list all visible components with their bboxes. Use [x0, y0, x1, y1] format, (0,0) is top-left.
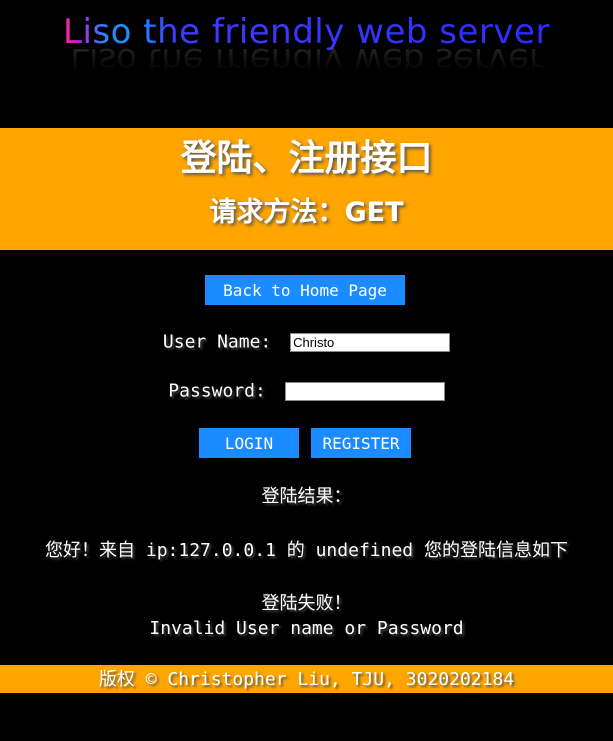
greeting-line: 您好！来自 ip:127.0.0.1 的 undefined 您的登陆信息如下 [0, 539, 613, 563]
result-heading: 登陆结果： [261, 486, 352, 507]
logo-reflection: Liso the friendly web server [70, 48, 543, 72]
login-button[interactable]: LOGIN [199, 428, 299, 458]
copyright-word: 版权 [98, 669, 135, 690]
greeting-of: 的 [286, 540, 305, 561]
password-label: Password: [168, 380, 266, 402]
password-row: Password: [0, 380, 613, 402]
login-status: 登陆失败！ [261, 593, 352, 614]
password-input[interactable] [284, 381, 445, 401]
login-message: Invalid User name or Password [149, 618, 464, 639]
username-row: User Name: [0, 331, 613, 353]
register-button[interactable]: REGISTER [311, 428, 411, 458]
site-logo: Liso the friendly web server Liso the fr… [0, 10, 613, 72]
back-home-button[interactable]: Back to Home Page [205, 275, 405, 305]
copyright-text: © Christopher Liu, TJU, 3020202184 [145, 669, 515, 690]
greeting-prefix: 您好！来自 [45, 540, 136, 561]
username-input[interactable] [290, 332, 451, 352]
client-user: undefined [315, 540, 414, 561]
page-banner: 登陆、注册接口 请求方法：GET [0, 128, 613, 250]
greeting-suffix: 您的登陆信息如下 [423, 540, 568, 561]
page-title: 登陆、注册接口 [180, 138, 433, 179]
username-label: User Name: [162, 331, 272, 353]
footer: 版权 © Christopher Liu, TJU, 3020202184 [0, 665, 613, 693]
client-ip: ip:127.0.0.1 [145, 540, 276, 561]
request-method: 请求方法：GET [209, 197, 404, 228]
